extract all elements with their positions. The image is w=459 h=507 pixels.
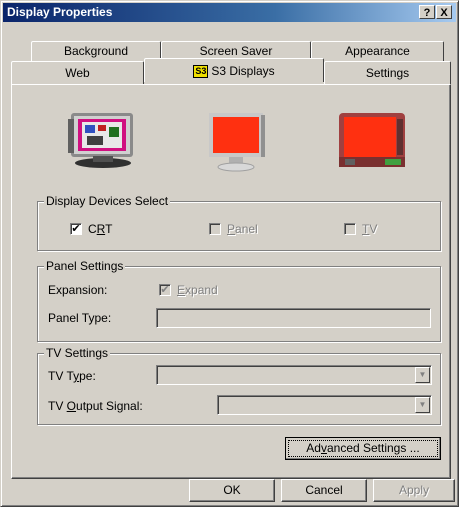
panel-label-accel: P	[227, 222, 236, 236]
s3-icon: S3	[193, 65, 209, 78]
tab-background[interactable]: Background	[31, 41, 161, 61]
expand-label-accel: E	[177, 283, 186, 297]
crt-label-pre: C	[88, 222, 97, 236]
chevron-down-icon[interactable]: ▼	[415, 367, 430, 383]
panel-type-field[interactable]	[156, 308, 431, 328]
expand-label: Expand	[177, 283, 218, 297]
lcd-panel-icon[interactable]	[205, 111, 267, 173]
panel-label: Panel	[227, 222, 258, 236]
expand-checkbox[interactable]: ✔	[159, 284, 171, 296]
panel-type-label: Panel Type:	[48, 311, 112, 325]
advanced-post: anced Settings ...	[326, 441, 420, 455]
tab-s3-displays[interactable]: S3 S3 Displays	[144, 58, 324, 82]
tab-settings[interactable]: Settings	[324, 61, 451, 84]
tv-type-label: TV Type:	[48, 369, 96, 383]
panel-checkbox[interactable]	[209, 223, 221, 235]
tab-web[interactable]: Web	[11, 61, 144, 84]
title-bar[interactable]: Display Properties ? X	[3, 3, 456, 22]
tv-output-label-accel: O	[66, 399, 77, 413]
apply-button[interactable]: Apply	[373, 479, 455, 502]
panel-label-post: anel	[235, 222, 258, 236]
window-title: Display Properties	[7, 5, 113, 19]
tv-output-label-pre: TV	[48, 399, 67, 413]
tv-output-dropdown[interactable]: ▼	[217, 395, 432, 415]
tv-label: TV	[362, 222, 377, 236]
tv-output-label-post: utput Signal:	[76, 399, 143, 413]
chevron-down-icon[interactable]: ▼	[415, 397, 430, 413]
tv-type-label-pre: TV T	[48, 369, 74, 383]
television-icon[interactable]	[337, 111, 409, 171]
expansion-label: Expansion:	[48, 283, 108, 297]
advanced-settings-button[interactable]: Advanced Settings ...	[285, 437, 441, 460]
expand-label-post: xpand	[185, 283, 218, 297]
tv-type-label-post: pe:	[79, 369, 96, 383]
ok-button[interactable]: OK	[189, 479, 275, 502]
close-button[interactable]: X	[436, 5, 452, 19]
crt-label[interactable]: CRT	[88, 222, 112, 236]
display-properties-window: Display Properties ? X Background Screen…	[0, 0, 459, 507]
tab-s3-displays-label: S3 Displays	[211, 64, 275, 78]
cancel-button[interactable]: Cancel	[281, 479, 367, 502]
crt-label-post: T	[105, 222, 113, 236]
tv-label-post: V	[369, 222, 378, 236]
tv-type-dropdown[interactable]: ▼	[156, 365, 432, 385]
tv-checkbox[interactable]	[344, 223, 356, 235]
advanced-pre: Ad	[306, 441, 321, 455]
tv-output-label: TV Output Signal:	[48, 399, 143, 413]
crt-monitor-icon[interactable]	[65, 109, 143, 171]
tab-appearance[interactable]: Appearance	[311, 41, 444, 61]
crt-checkbox[interactable]: ✔	[70, 223, 82, 235]
crt-label-accel: R	[96, 222, 106, 236]
help-button[interactable]: ?	[419, 5, 435, 19]
